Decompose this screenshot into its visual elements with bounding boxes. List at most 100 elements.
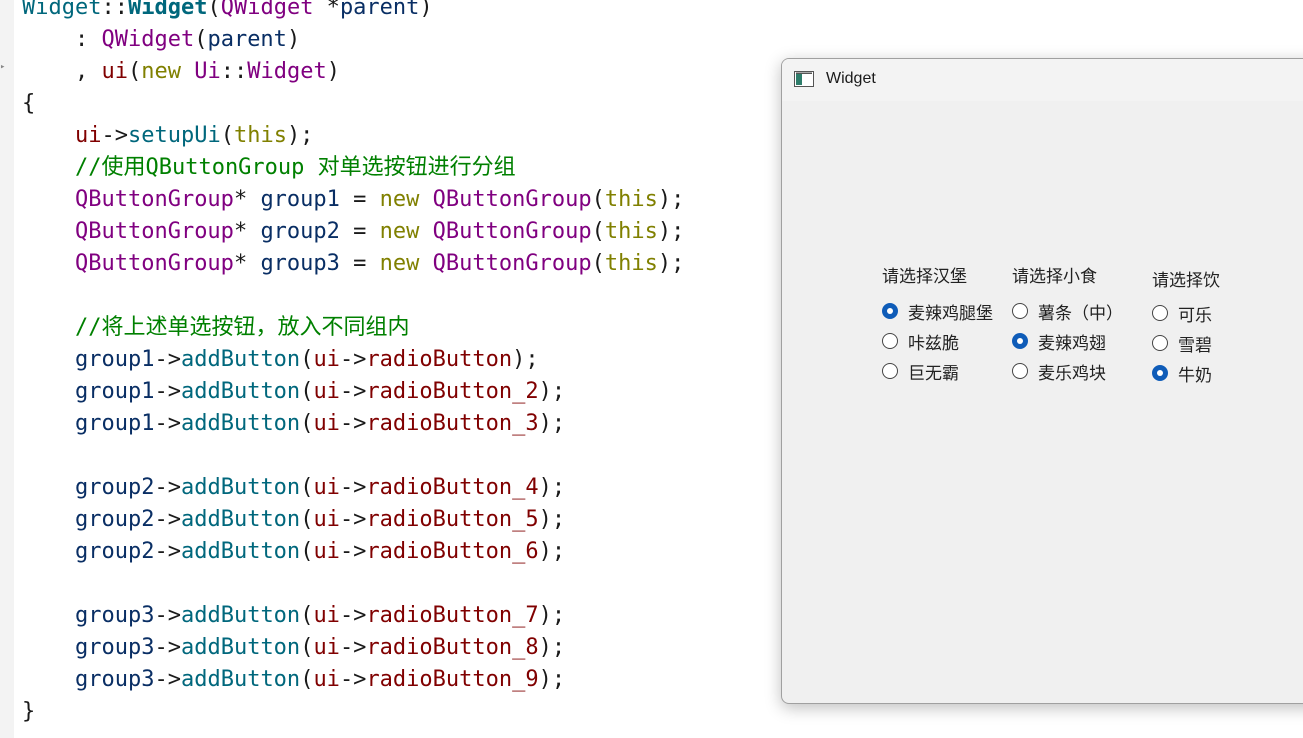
- radio-button[interactable]: 麦乐鸡块: [1012, 359, 1106, 384]
- code-line: {: [22, 88, 684, 120]
- code-token: radioButton_6: [366, 539, 539, 564]
- code-token: radioButton_4: [366, 475, 539, 500]
- code-token: radioButton_9: [366, 667, 539, 692]
- code-token: group2: [74, 475, 155, 500]
- code-token: ui: [313, 507, 340, 532]
- code-token: =: [339, 187, 380, 212]
- radio-label[interactable]: 咔兹脆: [908, 329, 959, 354]
- radio-label[interactable]: 麦辣鸡腿堡: [908, 299, 993, 324]
- group-title-label: 请选择饮: [1152, 271, 1220, 291]
- code-line: group2->addButton(ui->radioButton_6);: [22, 536, 684, 568]
- code-line: QButtonGroup* group3 = new QButtonGroup(…: [22, 248, 684, 280]
- code-line: QButtonGroup* group2 = new QButtonGroup(…: [22, 216, 684, 248]
- radio-unchecked-icon[interactable]: [882, 333, 898, 349]
- code-token: ->: [154, 539, 181, 564]
- code-line: Widget::Widget(QWidget *parent): [22, 0, 684, 24]
- fold-marker-icon[interactable]: ▸: [0, 62, 6, 72]
- code-token: parent: [207, 27, 287, 52]
- radio-button[interactable]: 雪碧: [1152, 331, 1212, 356]
- code-token: );: [538, 635, 566, 660]
- code-token: );: [657, 251, 685, 276]
- radio-button[interactable]: 咔兹脆: [882, 329, 959, 354]
- code-token: addButton: [180, 379, 301, 404]
- widget-window[interactable]: Widget 请选择汉堡 麦辣鸡腿堡 咔兹脆 巨无霸 请选择小食 薯条（中） 麦辣鸡翅 麦乐鸡…: [781, 58, 1303, 704]
- radio-label[interactable]: 薯条（中）: [1038, 299, 1123, 324]
- radio-checked-icon[interactable]: [1012, 333, 1028, 349]
- radio-checked-icon[interactable]: [882, 303, 898, 319]
- code-token: ->: [154, 603, 181, 628]
- code-token: QButtonGroup: [74, 251, 234, 276]
- code-token: ): [286, 27, 301, 52]
- code-token: this: [604, 219, 658, 244]
- code-token: Widget: [22, 0, 102, 20]
- radio-label[interactable]: 巨无霸: [908, 359, 959, 384]
- code-token: new: [141, 59, 181, 84]
- code-line: group1->addButton(ui->radioButton);: [22, 344, 684, 376]
- code-token: QButtonGroup: [74, 187, 234, 212]
- radio-unchecked-icon[interactable]: [882, 363, 898, 379]
- code-token: *: [313, 0, 340, 20]
- code-token: );: [538, 507, 566, 532]
- code-token: );: [538, 379, 566, 404]
- radio-button[interactable]: 巨无霸: [882, 359, 959, 384]
- code-token: ->: [154, 667, 181, 692]
- radio-checked-icon[interactable]: [1152, 365, 1168, 381]
- code-line: }: [22, 696, 684, 728]
- radio-label[interactable]: 牛奶: [1178, 361, 1212, 386]
- radio-button[interactable]: 薯条（中）: [1012, 299, 1123, 324]
- radio-button[interactable]: 牛奶: [1152, 361, 1212, 386]
- code-token: radioButton_7: [366, 603, 539, 628]
- code-token: group1: [74, 411, 155, 436]
- window-titlebar[interactable]: Widget: [782, 59, 1303, 101]
- radio-label[interactable]: 雪碧: [1178, 331, 1212, 356]
- code-token: ->: [339, 635, 367, 660]
- radio-unchecked-icon[interactable]: [1012, 363, 1028, 379]
- code-token: (: [300, 475, 314, 500]
- radio-button[interactable]: 可乐: [1152, 301, 1212, 326]
- code-token: ->: [154, 347, 181, 372]
- code-line: , ui(new Ui::Widget): [22, 56, 684, 88]
- radio-label[interactable]: 可乐: [1178, 301, 1212, 326]
- radio-unchecked-icon[interactable]: [1152, 335, 1168, 351]
- code-line: //将上述单选按钮，放入不同组内: [22, 312, 684, 344]
- app-icon: [794, 71, 814, 87]
- code-token: );: [538, 603, 566, 628]
- code-token: (: [300, 411, 314, 436]
- code-token: radioButton_8: [366, 635, 539, 660]
- code-token: (: [207, 0, 221, 20]
- radio-button[interactable]: 麦辣鸡腿堡: [882, 299, 993, 324]
- code-token: group2: [260, 219, 340, 244]
- code-token: ->: [339, 507, 367, 532]
- code-token: *: [233, 219, 261, 244]
- radio-label[interactable]: 麦辣鸡翅: [1038, 329, 1106, 354]
- code-token: addButton: [180, 667, 301, 692]
- code-token: ::: [220, 59, 248, 84]
- code-token: (: [300, 667, 314, 692]
- code-token: addButton: [180, 411, 301, 436]
- group-title-label: 请选择汉堡: [882, 267, 967, 287]
- code-token: ->: [339, 539, 367, 564]
- radio-unchecked-icon[interactable]: [1152, 305, 1168, 321]
- code-token: addButton: [180, 347, 301, 372]
- code-token: Widget: [127, 0, 208, 20]
- code-token: :: [22, 27, 102, 52]
- code-token: ui: [101, 59, 128, 84]
- code-token: =: [339, 219, 380, 244]
- code-editor[interactable]: Widget::Widget(QWidget *parent) : QWidge…: [22, 0, 684, 728]
- code-token: ui: [313, 667, 340, 692]
- code-token: ): [419, 0, 433, 20]
- radio-label[interactable]: 麦乐鸡块: [1038, 359, 1106, 384]
- radio-unchecked-icon[interactable]: [1012, 303, 1028, 319]
- code-token: (: [220, 123, 234, 148]
- radio-button[interactable]: 麦辣鸡翅: [1012, 329, 1106, 354]
- code-token: ->: [339, 475, 367, 500]
